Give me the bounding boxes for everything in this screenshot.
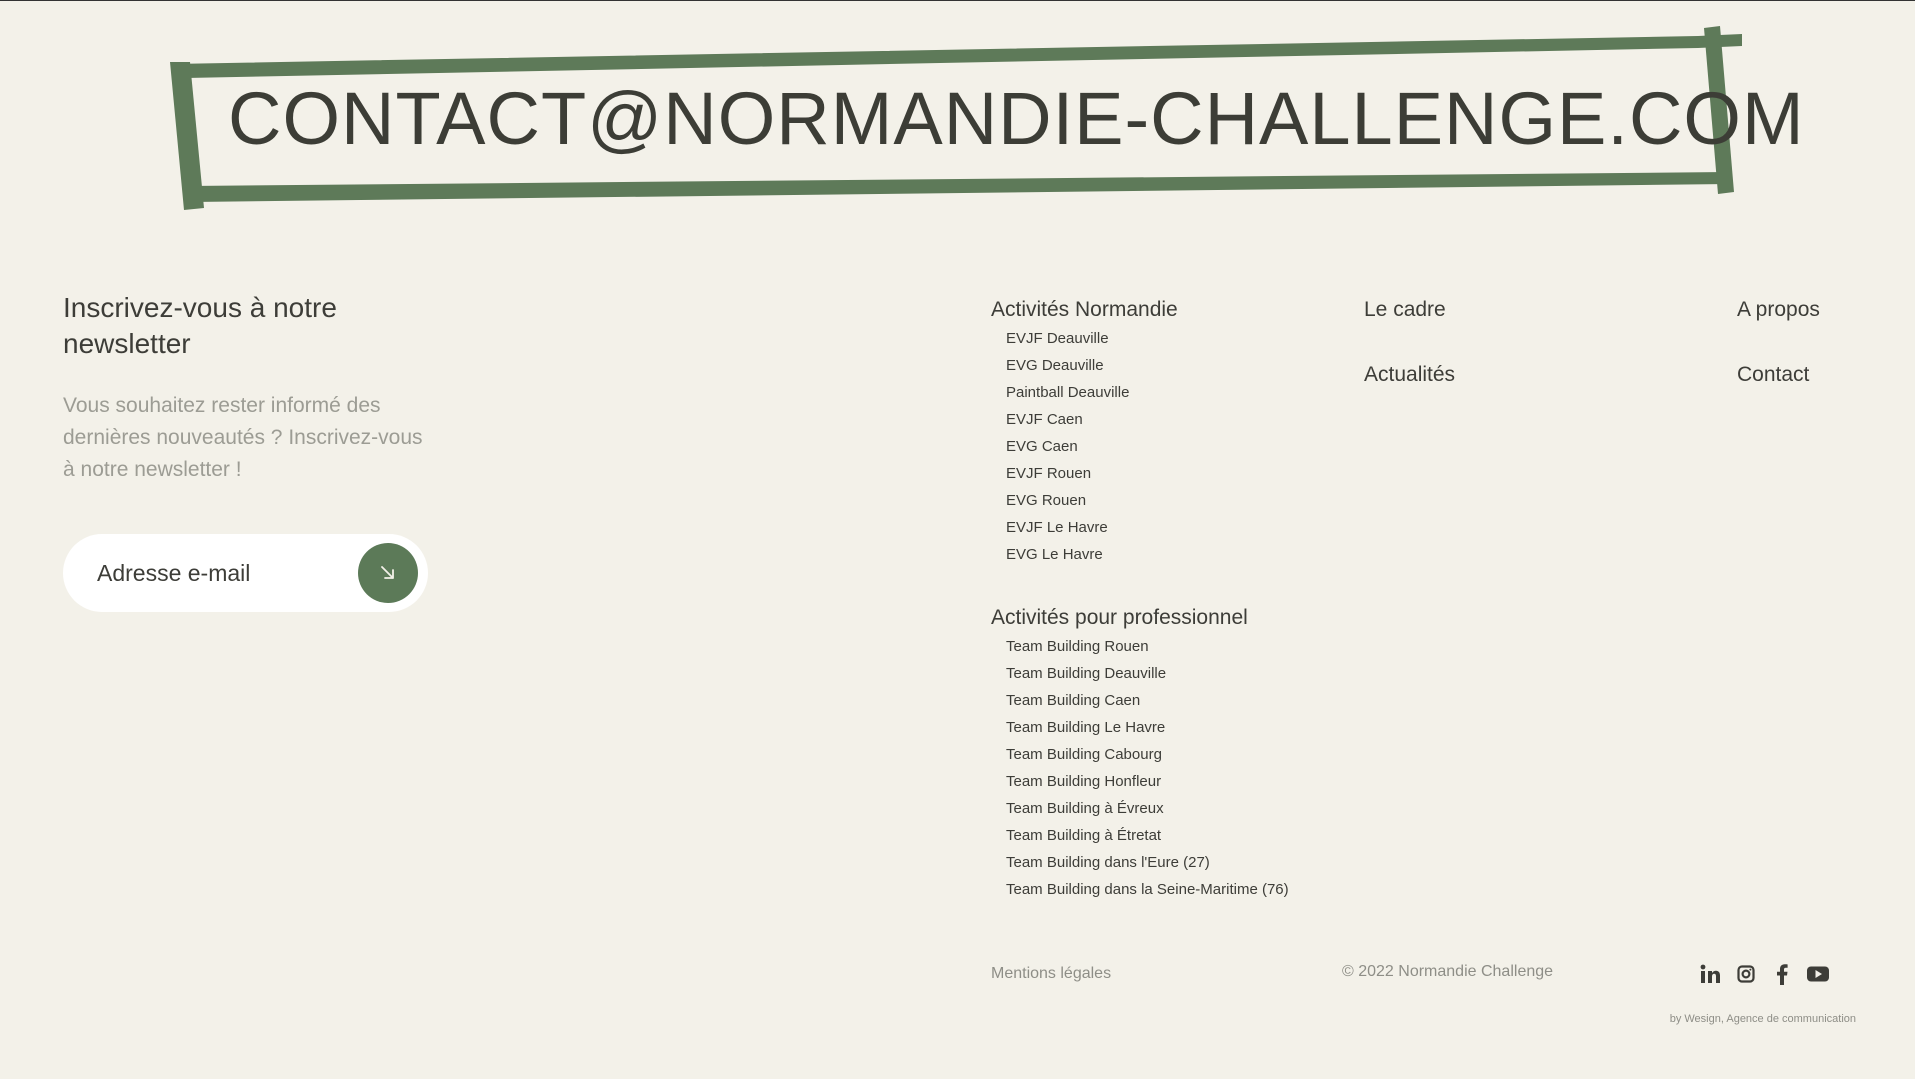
agency-credit[interactable]: by Wesign, Agence de communication — [1540, 1013, 1856, 1025]
arrow-down-right-icon — [381, 566, 394, 579]
activites-normandie-list: EVJF Deauville EVG Deauville Paintball D… — [991, 325, 1178, 568]
list-item[interactable]: EVG Caen — [991, 433, 1178, 460]
youtube-icon[interactable] — [1800, 962, 1836, 986]
copyright: © 2022 Normandie Challenge — [1342, 963, 1554, 980]
newsletter-title: Inscrivez-vous à notre newsletter — [63, 292, 337, 359]
list-item[interactable]: EVG Le Havre — [991, 541, 1178, 568]
contact-email-banner: CONTACT@NORMANDIE-CHALLENGE.COM — [168, 22, 1804, 214]
list-item[interactable]: Team Building Cabourg — [991, 741, 1289, 768]
contact-email-link[interactable]: CONTACT@NORMANDIE-CHALLENGE.COM — [228, 82, 1804, 156]
nav-le-cadre[interactable]: Le cadre — [1364, 296, 1446, 324]
linkedin-icon[interactable] — [1692, 962, 1728, 986]
nav-a-propos[interactable]: A propos — [1737, 296, 1820, 324]
list-item[interactable]: EVJF Le Havre — [991, 514, 1178, 541]
nav-actualites[interactable]: Actualités — [1364, 361, 1455, 389]
newsletter-submit-button[interactable] — [358, 543, 418, 603]
list-item[interactable]: Team Building à Étretat — [991, 822, 1289, 849]
activites-pro-list: Team Building Rouen Team Building Deauvi… — [991, 633, 1289, 903]
activites-pro-column: Activités pour professionnel Team Buildi… — [991, 604, 1289, 903]
mentions-legales-link[interactable]: Mentions légales — [991, 965, 1111, 983]
list-item[interactable]: EVJF Deauville — [991, 325, 1178, 352]
list-item[interactable]: EVJF Rouen — [991, 460, 1178, 487]
list-item[interactable]: Team Building à Évreux — [991, 795, 1289, 822]
list-item[interactable]: Team Building Rouen — [991, 633, 1289, 660]
list-item[interactable]: Team Building dans la Seine-Maritime (76… — [991, 876, 1289, 903]
activites-pro-title[interactable]: Activités pour professionnel — [991, 604, 1289, 632]
newsletter-form — [63, 534, 428, 612]
list-item[interactable]: Team Building Le Havre — [991, 714, 1289, 741]
newsletter-description: Vous souhaitez rester informé des derniè… — [63, 394, 423, 481]
instagram-icon[interactable] — [1728, 962, 1764, 986]
activites-normandie-title[interactable]: Activités Normandie — [991, 296, 1178, 324]
facebook-icon[interactable] — [1764, 962, 1800, 986]
list-item[interactable]: Team Building Deauville — [991, 660, 1289, 687]
top-rule — [0, 0, 1915, 1]
social-links — [1692, 962, 1836, 986]
nav-contact[interactable]: Contact — [1737, 361, 1809, 389]
email-field[interactable] — [97, 556, 337, 590]
list-item[interactable]: Team Building dans l'Eure (27) — [991, 849, 1289, 876]
list-item[interactable]: EVJF Caen — [991, 406, 1178, 433]
list-item[interactable]: Paintball Deauville — [991, 379, 1178, 406]
list-item[interactable]: EVG Deauville — [991, 352, 1178, 379]
list-item[interactable]: Team Building Honfleur — [991, 768, 1289, 795]
activites-normandie-column: Activités Normandie EVJF Deauville EVG D… — [991, 296, 1178, 568]
list-item[interactable]: EVG Rouen — [991, 487, 1178, 514]
list-item[interactable]: Team Building Caen — [991, 687, 1289, 714]
